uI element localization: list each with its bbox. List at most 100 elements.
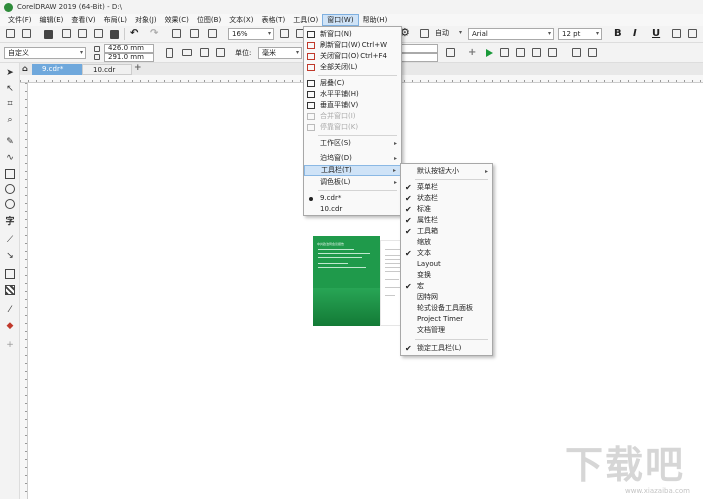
interactive-fill-tool-icon[interactable]: ◆: [5, 321, 15, 331]
submenu-item-lock-toolbars[interactable]: ✔ 锁定工具栏(L): [401, 343, 492, 354]
add-page-icon[interactable]: +: [468, 47, 476, 59]
submenu-item-internet[interactable]: 因特网: [401, 292, 492, 303]
all-pages-icon[interactable]: [200, 48, 209, 57]
new-tab-icon[interactable]: +: [134, 63, 142, 74]
font-family-select[interactable]: Arial ▾: [468, 28, 554, 40]
nudge-distance-input[interactable]: [400, 44, 438, 53]
export-icon[interactable]: [190, 29, 199, 38]
bullet-list-icon[interactable]: [688, 29, 697, 38]
shape-tool-icon[interactable]: ↖: [5, 84, 15, 94]
menu-bitmap[interactable]: 位图(B): [193, 14, 225, 26]
home-icon[interactable]: ⌂: [22, 63, 28, 75]
menu-item-palettes[interactable]: 调色板(L) ▸: [304, 177, 401, 188]
guidelines-icon[interactable]: [572, 48, 581, 57]
landscape-icon[interactable]: [182, 49, 192, 56]
zoom-tool-icon[interactable]: ⌕: [5, 115, 15, 125]
document-page-cover[interactable]: 中共政治局会议报告: [313, 236, 380, 326]
italic-button[interactable]: I: [633, 28, 637, 40]
menu-tools[interactable]: 工具(O): [289, 14, 322, 26]
open-document-icon[interactable]: [22, 29, 31, 38]
rectangle-tool-icon[interactable]: [5, 169, 15, 179]
transparency-tool-icon[interactable]: [5, 285, 15, 295]
treat-as-filled-icon[interactable]: [446, 48, 455, 57]
connector-tool-icon[interactable]: ↘: [5, 251, 15, 261]
text-tool-icon[interactable]: 字: [5, 217, 15, 227]
publish-pdf-icon[interactable]: [208, 29, 217, 38]
parallel-dimension-tool-icon[interactable]: ⟋: [5, 235, 15, 245]
menu-table[interactable]: 表格(T): [257, 14, 289, 26]
menu-item-dockers[interactable]: 泊坞窗(D) ▸: [304, 153, 401, 164]
menu-item-close-window[interactable]: 关闭窗口(O) Ctrl+F4: [304, 51, 401, 62]
menu-layout[interactable]: 布局(L): [100, 14, 131, 26]
bold-button[interactable]: B: [614, 28, 622, 40]
tab-10-cdr[interactable]: 10.cdr: [82, 64, 132, 75]
submenu-item-status-bar[interactable]: ✔ 状态栏: [401, 193, 492, 204]
zoom-level-select[interactable]: 16% ▾: [228, 28, 274, 40]
menu-item-refresh-window[interactable]: 刷新窗口(W) Ctrl+W: [304, 40, 401, 51]
menu-item-new-window[interactable]: 新窗口(N): [304, 29, 401, 40]
polygon-tool-icon[interactable]: [5, 199, 15, 209]
underline-button[interactable]: U: [652, 28, 660, 40]
page-width-input[interactable]: 426.0 mm: [104, 44, 154, 53]
menu-file[interactable]: 文件(F): [4, 14, 36, 26]
macro-record-icon[interactable]: [500, 48, 509, 57]
menu-help[interactable]: 帮助(H): [359, 14, 392, 26]
macro-manager-icon[interactable]: [548, 48, 557, 57]
menu-item-workspace[interactable]: 工作区(S) ▸: [304, 138, 401, 149]
page-preset-select[interactable]: 自定义 ▾: [4, 47, 86, 59]
submenu-item-zoom[interactable]: 缩放: [401, 237, 492, 248]
current-page-icon[interactable]: [216, 48, 225, 57]
submenu-item-property-bar[interactable]: ✔ 属性栏: [401, 215, 492, 226]
font-size-select[interactable]: 12 pt ▾: [558, 28, 602, 40]
submenu-item-layout[interactable]: Layout: [401, 259, 492, 270]
save-icon[interactable]: [44, 30, 53, 39]
redo-icon[interactable]: ↷: [150, 28, 158, 40]
page-height-input[interactable]: 291.0 mm: [104, 53, 154, 62]
undo-icon[interactable]: ↶: [130, 28, 138, 40]
menu-edit[interactable]: 编辑(E): [36, 14, 68, 26]
submenu-item-transform[interactable]: 变换: [401, 270, 492, 281]
artistic-media-tool-icon[interactable]: ∿: [5, 153, 15, 163]
menu-item-toolbars[interactable]: 工具栏(T) ▸: [304, 165, 401, 176]
pick-tool-icon[interactable]: ➤: [5, 68, 15, 78]
macro-stop-icon[interactable]: [532, 48, 541, 57]
new-document-icon[interactable]: [6, 29, 15, 38]
menu-object[interactable]: 对象(J): [131, 14, 161, 26]
submenu-item-macros[interactable]: ✔ 宏: [401, 281, 492, 292]
snap-mode-select[interactable]: 自动 ▾: [432, 28, 464, 40]
crop-tool-icon[interactable]: ⌗: [5, 99, 15, 109]
menu-item-document-9[interactable]: 9.cdr*: [304, 193, 401, 204]
copy-icon[interactable]: [94, 29, 103, 38]
submenu-item-wheel-device-panel[interactable]: 轮式设备工具面板: [401, 303, 492, 314]
print-icon[interactable]: [62, 29, 71, 38]
submenu-item-project-timer[interactable]: Project Timer: [401, 314, 492, 325]
quick-customize-icon[interactable]: +: [5, 340, 15, 350]
menu-item-close-all[interactable]: 全部关闭(L): [304, 62, 401, 73]
macro-pause-icon[interactable]: [516, 48, 525, 57]
menu-view[interactable]: 查看(V): [67, 14, 99, 26]
import-icon[interactable]: [172, 29, 181, 38]
menu-item-document-10[interactable]: 10.cdr: [304, 204, 401, 215]
menu-effects[interactable]: 效果(C): [161, 14, 193, 26]
paste-icon[interactable]: [110, 30, 119, 39]
launch-icon[interactable]: [420, 29, 429, 38]
cut-icon[interactable]: [78, 29, 87, 38]
freehand-tool-icon[interactable]: ✎: [5, 137, 15, 147]
submenu-item-standard[interactable]: ✔ 标准: [401, 204, 492, 215]
tab-9-cdr[interactable]: 9.cdr*: [32, 64, 82, 75]
full-screen-icon[interactable]: [280, 29, 289, 38]
menu-item-tile-horizontal[interactable]: 水平平铺(H): [304, 89, 401, 100]
submenu-item-menu-bar[interactable]: ✔ 菜单栏: [401, 182, 492, 193]
menu-item-cascade[interactable]: 层叠(C): [304, 78, 401, 89]
menu-item-tile-vertical[interactable]: 垂直平铺(V): [304, 100, 401, 111]
submenu-item-document-management[interactable]: 文档管理: [401, 325, 492, 336]
vertical-ruler[interactable]: [20, 83, 28, 499]
eyedropper-tool-icon[interactable]: ⁄: [5, 305, 15, 315]
submenu-item-text[interactable]: ✔ 文本: [401, 248, 492, 259]
menu-window[interactable]: 窗口(W): [322, 14, 359, 26]
unit-select[interactable]: 毫米 ▾: [258, 47, 302, 59]
drop-shadow-tool-icon[interactable]: [5, 269, 15, 279]
text-align-icon[interactable]: [672, 29, 681, 38]
portrait-icon[interactable]: [166, 48, 173, 58]
page-frame-icon[interactable]: [588, 48, 597, 57]
